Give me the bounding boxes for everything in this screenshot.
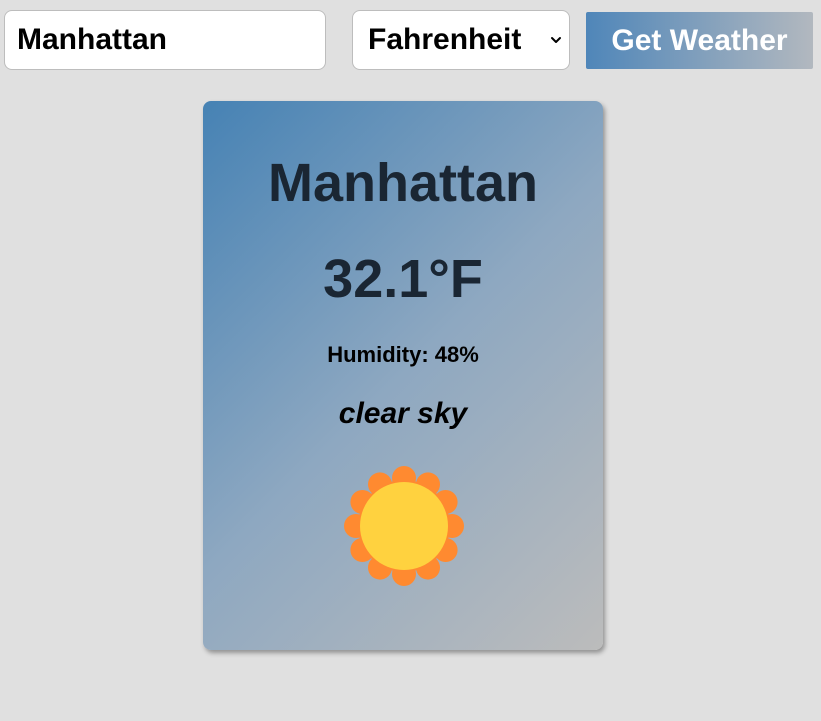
chevron-down-icon	[551, 37, 561, 43]
humidity-value: Humidity: 48%	[327, 342, 479, 367]
weather-card: Manhattan 32.1°F Humidity: 48% clear sky	[203, 101, 603, 650]
sun-icon	[344, 466, 464, 586]
weather-description: clear sky	[338, 397, 468, 430]
unit-select[interactable]: Fahrenheit	[352, 10, 570, 70]
city-name: Manhattan	[268, 153, 538, 213]
get-weather-button[interactable]: Get Weather	[586, 12, 813, 69]
temperature-value: 32.1°F	[323, 249, 483, 309]
city-search-input[interactable]	[4, 10, 326, 70]
unit-select-value: Fahrenheit	[368, 23, 522, 56]
